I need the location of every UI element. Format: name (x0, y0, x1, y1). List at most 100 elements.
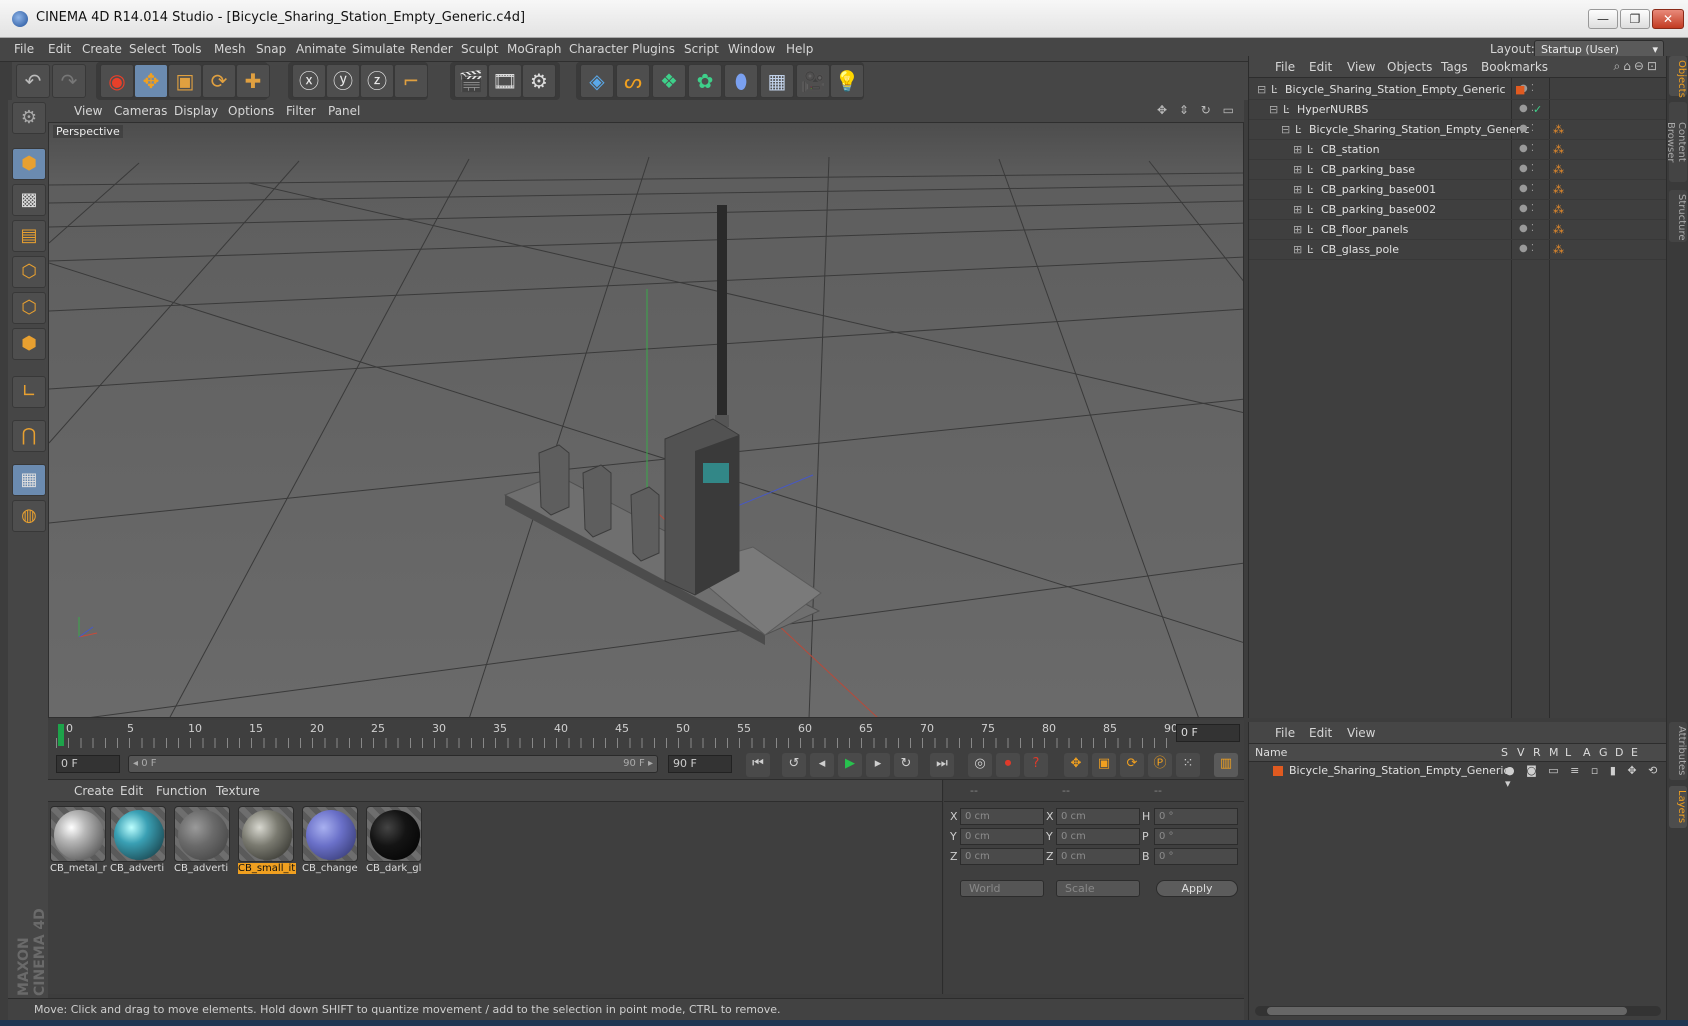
material-swatch[interactable]: CB_change (302, 806, 360, 880)
material-tag-icon[interactable]: ⁂ (1553, 243, 1564, 256)
viewport-nav-icons[interactable]: ✥ ⇕ ↻ ▭ (1157, 103, 1238, 117)
play-icon[interactable]: ▶ (838, 753, 862, 777)
object-menu-tags[interactable]: Tags (1441, 60, 1468, 74)
undo-icon[interactable]: ↶ (16, 64, 50, 98)
object-menu-file[interactable]: File (1275, 60, 1295, 74)
menu-mograph[interactable]: MoGraph (507, 42, 562, 56)
object-row[interactable]: ⊞ Ŀ CB_parking_base ● ⁚ ⁂ (1249, 160, 1667, 180)
material-tag-icon[interactable]: ⁂ (1553, 163, 1564, 176)
enabled-check-icon[interactable]: ✓ (1533, 103, 1542, 116)
object-menu-bookmarks[interactable]: Bookmarks (1481, 60, 1548, 74)
menu-edit[interactable]: Edit (48, 42, 71, 56)
previous-frame-icon[interactable]: ◂ (810, 753, 834, 777)
layer-menu-file[interactable]: File (1275, 726, 1295, 740)
layer-horizontal-scrollbar[interactable] (1255, 1006, 1661, 1016)
expand-toggle-icon[interactable]: ⊞ (1293, 143, 1302, 156)
expand-toggle-icon[interactable]: ⊞ (1293, 243, 1302, 256)
visibility-dots[interactable]: ● ⁚ (1519, 103, 1534, 114)
viewport-menu-filter[interactable]: Filter (286, 104, 316, 118)
key-pla-icon[interactable]: ⁙ (1176, 753, 1200, 777)
y-axis-lock-icon[interactable]: ⓨ (326, 64, 360, 98)
go-to-end-icon[interactable]: ⏭ (930, 753, 954, 777)
camera-icon[interactable]: 🎥 (796, 64, 830, 98)
visibility-dots[interactable]: ● ⁚ (1519, 183, 1534, 194)
menu-render[interactable]: Render (410, 42, 453, 56)
snapping-icon[interactable]: ⋂ (12, 420, 46, 452)
menu-help[interactable]: Help (786, 42, 813, 56)
autokeying-icon[interactable]: ? (1024, 753, 1048, 777)
key-rotation-icon[interactable]: ⟳ (1120, 753, 1144, 777)
timeline-ruler[interactable]: 0 5 10 15 20 25 30 35 40 45 50 55 60 65 70 75 80 85 90 0 F (48, 720, 1244, 750)
floor-scene-icon[interactable]: ▦ (760, 64, 794, 98)
polygons-mode-icon[interactable]: ⬢ (12, 328, 46, 360)
material-menu-function[interactable]: Function (156, 784, 207, 798)
position-y-field[interactable]: 0 cm (960, 828, 1044, 845)
object-row[interactable]: ⊞ Ŀ CB_floor_panels ● ⁚ ⁂ (1249, 220, 1667, 240)
render-picture-viewer-icon[interactable]: 🎞 (488, 64, 522, 98)
position-x-field[interactable]: 0 cm (960, 808, 1044, 825)
object-row[interactable]: ⊞ Ŀ CB_parking_base002 ● ⁚ ⁂ (1249, 200, 1667, 220)
material-tag-icon[interactable]: ⁂ (1553, 203, 1564, 216)
texture-mode-icon[interactable]: ▩ (12, 184, 46, 216)
menu-simulate[interactable]: Simulate (352, 42, 405, 56)
make-editable-icon[interactable]: ⚙ (12, 102, 46, 134)
recent-tools-icon[interactable]: ✚ (236, 64, 270, 98)
material-menu-edit[interactable]: Edit (120, 784, 143, 798)
material-tag-icon[interactable]: ⁂ (1553, 143, 1564, 156)
current-frame-field[interactable]: 0 F (1176, 724, 1240, 742)
layer-color-swatch[interactable] (1273, 766, 1283, 776)
record-key-disabled-icon[interactable]: ◎ (968, 753, 992, 777)
expand-toggle-icon[interactable]: ⊟ (1257, 83, 1266, 96)
object-menu-view[interactable]: View (1347, 60, 1375, 74)
visibility-dots[interactable]: ● ⁚ (1519, 123, 1534, 134)
key-scale-icon[interactable]: ▣ (1092, 753, 1116, 777)
object-row[interactable]: ⊟ Ŀ HyperNURBS ● ⁚ ✓ (1249, 100, 1667, 120)
layer-row[interactable]: Bicycle_Sharing_Station_Empty_Generic ● … (1249, 762, 1667, 790)
tab-structure[interactable]: Structure (1669, 190, 1687, 242)
minimize-button[interactable]: — (1588, 9, 1618, 29)
deformer-icon[interactable]: ⬮ (724, 64, 758, 98)
material-swatch[interactable]: CB_adverti (174, 806, 232, 880)
object-row[interactable]: ⊟ Ŀ Bicycle_Sharing_Station_Empty_Generic ●… (1249, 120, 1667, 140)
expand-toggle-icon[interactable]: ⊟ (1281, 123, 1290, 136)
size-x-field[interactable]: 0 cm (1056, 808, 1140, 825)
visibility-dots[interactable]: ● ⁚ (1519, 163, 1534, 174)
end-frame-field[interactable]: 90 F (668, 755, 732, 773)
model-mode-icon[interactable]: ⬢ (12, 148, 46, 180)
apply-button[interactable]: Apply (1156, 880, 1238, 897)
menu-character[interactable]: Character (569, 42, 628, 56)
expand-toggle-icon[interactable]: ⊞ (1293, 183, 1302, 196)
menu-animate[interactable]: Animate (296, 42, 346, 56)
menu-script[interactable]: Script (684, 42, 719, 56)
viewport-menu-cameras[interactable]: Cameras (114, 104, 167, 118)
rotation-h-field[interactable]: 0 ° (1154, 808, 1238, 825)
layer-col-v[interactable]: V (1517, 746, 1525, 759)
layer-color-icon[interactable]: ■ (1515, 83, 1525, 96)
expand-toggle-icon[interactable]: ⊞ (1293, 223, 1302, 236)
menu-file[interactable]: File (14, 42, 34, 56)
viewport-menu-view[interactable]: View (74, 104, 102, 118)
spline-icon[interactable]: ᔕ (616, 64, 650, 98)
layer-col-e[interactable]: E (1631, 746, 1638, 759)
size-z-field[interactable]: 0 cm (1056, 848, 1140, 865)
material-tag-icon[interactable]: ⁂ (1553, 183, 1564, 196)
menu-select[interactable]: Select (129, 42, 166, 56)
menu-sculpt[interactable]: Sculpt (461, 42, 498, 56)
scale-tool-icon[interactable]: ▣ (168, 64, 202, 98)
rotate-tool-icon[interactable]: ⟳ (202, 64, 236, 98)
size-y-field[interactable]: 0 cm (1056, 828, 1140, 845)
layer-col-d[interactable]: D (1615, 746, 1623, 759)
layer-menu-edit[interactable]: Edit (1309, 726, 1332, 740)
move-tool-icon[interactable]: ✥ (134, 64, 168, 98)
tab-attributes[interactable]: Attributes (1669, 722, 1687, 780)
workplane-lock-icon[interactable]: ▦ (12, 464, 46, 496)
tab-content-browser[interactable]: Content Browser (1665, 102, 1687, 182)
expand-toggle-icon[interactable]: ⊞ (1293, 203, 1302, 216)
frame-range-slider[interactable]: ◂ 0 F 90 F ▸ (128, 755, 658, 773)
object-row[interactable]: ⊟ Ŀ Bicycle_Sharing_Station_Empty_Generic ●… (1249, 80, 1667, 100)
coordinate-system-icon[interactable]: ⌐ (394, 64, 428, 98)
maximize-button[interactable]: ❐ (1620, 9, 1650, 29)
object-menu-edit[interactable]: Edit (1309, 60, 1332, 74)
layer-col-m[interactable]: M (1549, 746, 1559, 759)
points-mode-icon[interactable]: ⬡ (12, 256, 46, 288)
